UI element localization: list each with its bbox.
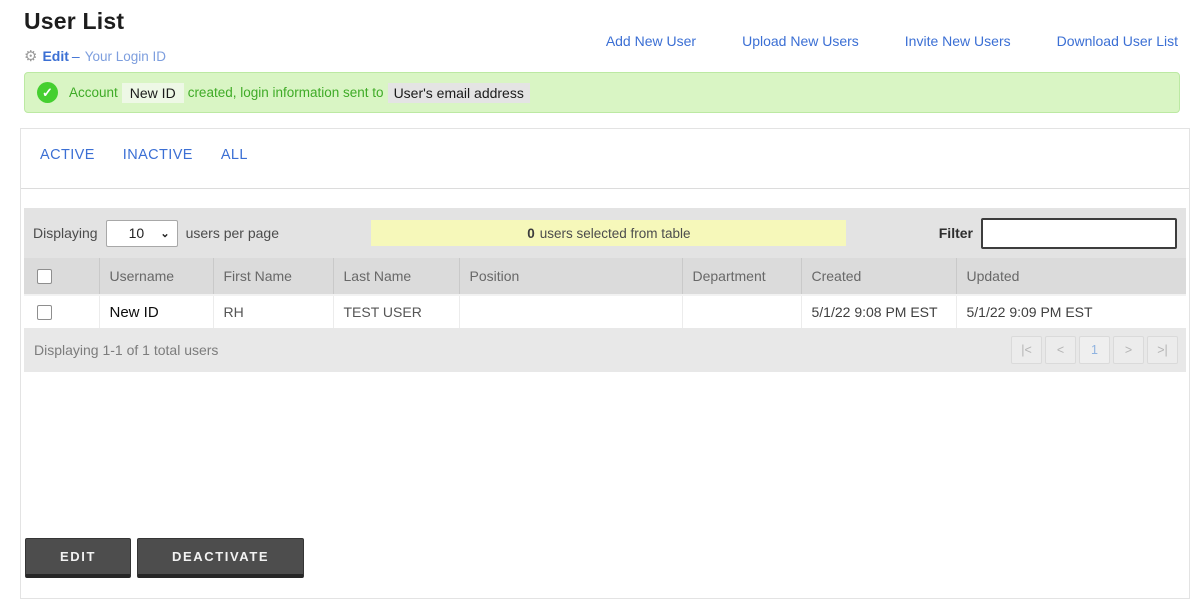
chevron-down-icon: ⌄	[160, 227, 169, 240]
cell-updated: 5/1/22 9:09 PM EST	[956, 295, 1186, 328]
row-select-cell	[24, 295, 99, 328]
bulk-actions: EDIT DEACTIVATE	[24, 538, 1186, 578]
cell-first-name: RH	[213, 295, 333, 328]
edit-profile-link[interactable]: Edit	[42, 48, 68, 64]
filter-controls: Filter	[939, 218, 1177, 249]
first-page-button[interactable]: |<	[1011, 336, 1042, 364]
selected-count-box: 0 users selected from table	[371, 220, 846, 246]
column-created: Created	[801, 258, 956, 295]
table-header-row: Username First Name Last Name Position D…	[24, 258, 1186, 295]
gear-icon: ⚙	[24, 47, 37, 65]
tab-active[interactable]: ACTIVE	[40, 147, 95, 188]
page-title: User List	[24, 8, 124, 35]
table-toolbar: Displaying 10 ⌄ users per page 0 users s…	[24, 208, 1186, 258]
cell-position	[459, 295, 682, 328]
current-page-button[interactable]: 1	[1079, 336, 1110, 364]
banner-text-prefix: Account	[69, 85, 118, 100]
header-select-all-cell	[24, 258, 99, 295]
tab-inactive[interactable]: INACTIVE	[123, 147, 193, 188]
user-list-panel: ACTIVE INACTIVE ALL Displaying 10 ⌄ user…	[20, 128, 1190, 599]
filter-label: Filter	[939, 225, 973, 241]
invite-new-users-link[interactable]: Invite New Users	[905, 33, 1011, 49]
edit-dash: –	[72, 48, 80, 64]
column-last-name: Last Name	[333, 258, 459, 295]
per-page-select[interactable]: 10 ⌄	[106, 220, 178, 247]
column-username: Username	[99, 258, 213, 295]
column-department: Department	[682, 258, 801, 295]
last-page-button[interactable]: >|	[1147, 336, 1178, 364]
displaying-label: Displaying	[33, 225, 98, 241]
filter-input[interactable]	[981, 218, 1177, 249]
row-checkbox[interactable]	[37, 305, 52, 320]
per-page-suffix: users per page	[186, 225, 279, 241]
deactivate-button[interactable]: DEACTIVATE	[137, 538, 304, 578]
user-table: Username First Name Last Name Position D…	[24, 258, 1186, 328]
cell-username: New ID	[99, 295, 213, 328]
edit-login-row: ⚙ Edit – Your Login ID	[24, 47, 166, 65]
success-banner: ✓ Account New ID created, login informat…	[24, 72, 1180, 113]
current-login-id: Your Login ID	[85, 49, 166, 64]
per-page-value: 10	[129, 225, 145, 241]
header-action-links: Add New User Upload New Users Invite New…	[606, 33, 1178, 49]
result-count-text: Displaying 1-1 of 1 total users	[34, 342, 218, 358]
pagination: |< < 1 > >|	[1011, 336, 1178, 364]
cell-department	[682, 295, 801, 328]
next-page-button[interactable]: >	[1113, 336, 1144, 364]
column-first-name: First Name	[213, 258, 333, 295]
prev-page-button[interactable]: <	[1045, 336, 1076, 364]
edit-button[interactable]: EDIT	[25, 538, 131, 578]
tabs-divider	[21, 188, 1189, 189]
selected-count: 0	[527, 226, 535, 241]
upload-new-users-link[interactable]: Upload New Users	[742, 33, 859, 49]
status-tabs: ACTIVE INACTIVE ALL	[24, 129, 1186, 188]
per-page-controls: Displaying 10 ⌄ users per page	[33, 220, 279, 247]
tab-all[interactable]: ALL	[221, 147, 248, 188]
add-new-user-link[interactable]: Add New User	[606, 33, 696, 49]
banner-email: User's email address	[388, 83, 530, 103]
cell-last-name: TEST USER	[333, 295, 459, 328]
banner-account-id: New ID	[122, 83, 184, 103]
select-all-checkbox[interactable]	[37, 269, 52, 284]
page-header: User List Add New User Upload New Users …	[0, 0, 1200, 128]
column-position: Position	[459, 258, 682, 295]
cell-created: 5/1/22 9:08 PM EST	[801, 295, 956, 328]
table-footer: Displaying 1-1 of 1 total users |< < 1 >…	[24, 328, 1186, 372]
column-updated: Updated	[956, 258, 1186, 295]
download-user-list-link[interactable]: Download User List	[1057, 33, 1178, 49]
banner-text-middle: created, login information sent to	[188, 85, 384, 100]
selected-suffix: users selected from table	[540, 226, 691, 241]
check-circle-icon: ✓	[37, 82, 58, 103]
table-row: New ID RH TEST USER 5/1/22 9:08 PM EST 5…	[24, 295, 1186, 328]
